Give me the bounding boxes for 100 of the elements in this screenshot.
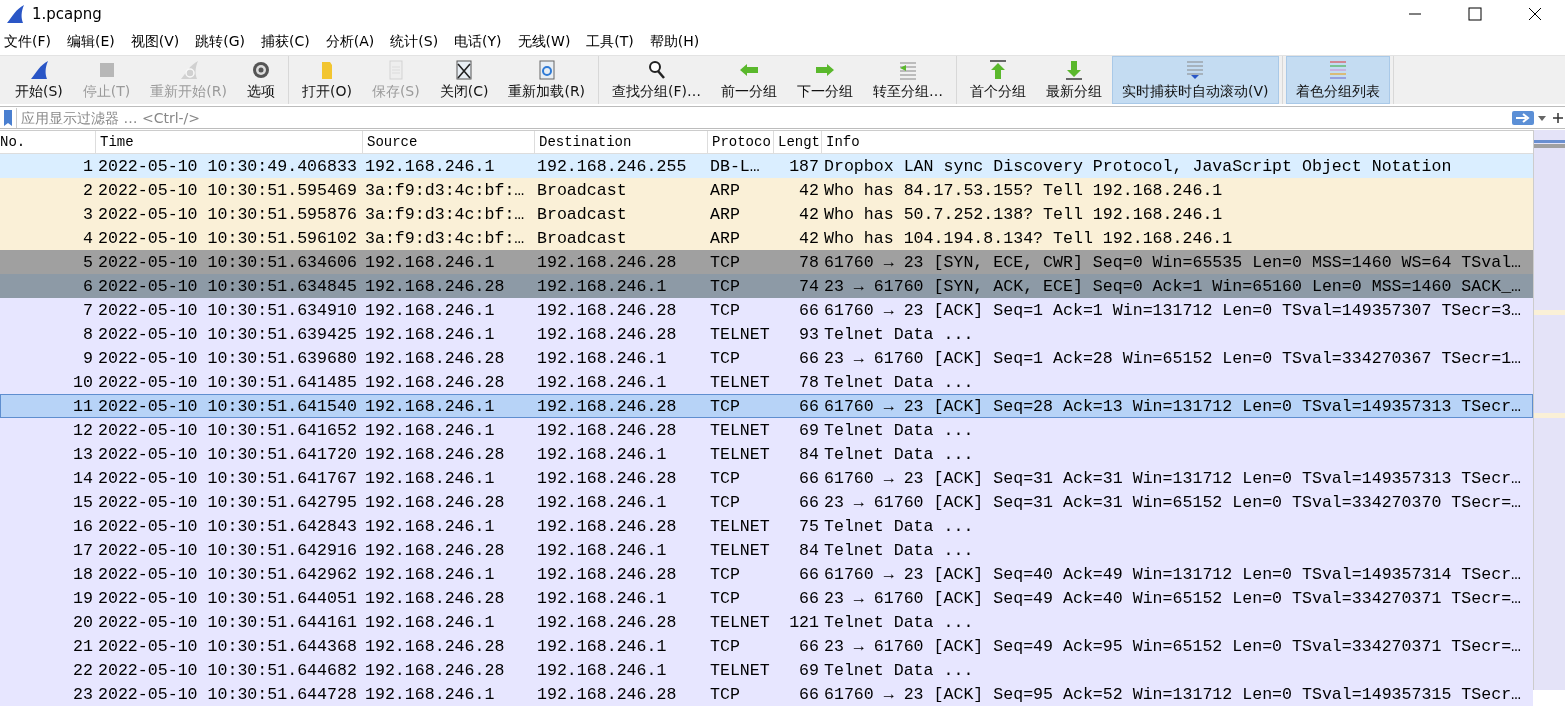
table-cell-text: 192.168.246.28 (364, 588, 506, 608)
packet-row[interactable]: 14 2022-05-10 10:30:51.641767 192.168.246.1 192.168.246.28 TCP 66 61760 → 23 [ACK] Seq=31 Ack=31 Win=131712 Len=0 TSval=149357313 TSecr… (0, 466, 1533, 490)
plus-icon[interactable] (1553, 112, 1563, 123)
table-cell-text: 66 (798, 588, 820, 608)
table-cell-text: Broadcast (536, 180, 628, 200)
packet-row[interactable]: 18 2022-05-10 10:30:51.642962 192.168.246.1 192.168.246.28 TCP 66 61760 → 23 [ACK] Seq=40 Ack=49 Win=131712 Len=0 TSval=149357314 TSecr… (0, 562, 1533, 586)
menu-item[interactable]: 分析(A) (325, 32, 375, 51)
table-cell-text: 192.168.246.1 (364, 420, 496, 440)
packet-row[interactable]: 8 2022-05-10 10:30:51.639425 192.168.246.1 192.168.246.28 TELNET 93 Telnet Data ... (0, 322, 1533, 346)
column-header[interactable]: Destination (534, 131, 707, 153)
table-cell-text: 75 (798, 516, 820, 536)
packet-row[interactable]: 3 2022-05-10 10:30:51.595876 3a:f9:d3:4c:bf:… Broadcast ARP 42 Who has 50.7.252.138? Tell 192.168.246.1 (0, 202, 1533, 226)
packet-row[interactable]: 17 2022-05-10 10:30:51.642916 192.168.246.28 192.168.246.1 TELNET 84 Telnet Data ... (0, 538, 1533, 562)
menu-item[interactable]: 工具(T) (586, 32, 634, 51)
table-cell-text: TCP (709, 396, 741, 416)
table-cell-text: 61760 → 23 [ACK] Seq=1 Ack=1 Win=131712 Len=0 TSval=149357307 TSecr=3… (823, 300, 1523, 320)
table-cell-text: 192.168.246.1 (364, 684, 496, 704)
table-cell-text: 192.168.246.28 (364, 372, 506, 392)
table-cell-text: Telnet Data ... (823, 540, 975, 560)
packet-row[interactable]: 9 2022-05-10 10:30:51.639680 192.168.246.28 192.168.246.1 TCP 66 23 → 61760 [ACK] Seq=1 Ack=28 Win=65152 Len=0 TSval=334270367 TSecr=1… (0, 346, 1533, 370)
table-cell-text: Telnet Data ... (823, 612, 975, 632)
bookmark-icon[interactable] (3, 108, 13, 127)
table-cell-text: 74 (798, 276, 820, 296)
toolbar-button[interactable]: 首个分组 (960, 56, 1037, 104)
table-cell-text: TCP (709, 348, 741, 368)
packet-row[interactable]: 12 2022-05-10 10:30:51.641652 192.168.246.1 192.168.246.28 TELNET 69 Telnet Data ... (0, 418, 1533, 442)
table-cell-text: 23 → 61760 [SYN, ACK, ECE] Seq=0 Ack=1 Win=65160 Len=0 MSS=1460 SACK_… (823, 276, 1523, 296)
table-cell-text: 192.168.246.1 (536, 540, 668, 560)
table-cell-text: 2022-05-10 10:30:51.642962 (97, 564, 358, 584)
packet-row[interactable]: 10 2022-05-10 10:30:51.641485 192.168.246.28 192.168.246.1 TELNET 78 Telnet Data ... (0, 370, 1533, 394)
table-cell-text: 2022-05-10 10:30:51.641652 (97, 420, 358, 440)
column-header[interactable]: Time (95, 131, 362, 153)
menu-item[interactable]: 跳转(G) (195, 32, 246, 51)
table-cell-text: 192.168.246.1 (536, 636, 668, 656)
packet-row[interactable]: 2 2022-05-10 10:30:51.595469 3a:f9:d3:4c:bf:… Broadcast ARP 42 Who has 84.17.53.155? Tell 192.168.246.1 (0, 178, 1533, 202)
menu-item[interactable]: 电话(Y) (454, 32, 502, 51)
table-cell-text: Who has 84.17.53.155? Tell 192.168.246.1 (823, 180, 1224, 200)
table-cell-text: 192.168.246.1 (364, 324, 496, 344)
packet-row[interactable]: 13 2022-05-10 10:30:51.641720 192.168.246.28 192.168.246.1 TELNET 84 Telnet Data ... (0, 442, 1533, 466)
table-cell-text: 2022-05-10 10:30:51.644682 (97, 660, 358, 680)
toolbar-button[interactable]: 前一分组 (711, 56, 788, 104)
menu-item[interactable]: 编辑(E) (67, 32, 115, 51)
table-cell-text: 187 (788, 156, 820, 176)
table-cell-text: 2022-05-10 10:30:51.644161 (97, 612, 358, 632)
close-icon[interactable] (1527, 6, 1543, 22)
table-cell-text: 66 (798, 300, 820, 320)
packet-row[interactable]: 4 2022-05-10 10:30:51.596102 3a:f9:d3:4c:bf:… Broadcast ARP 42 Who has 104.194.8.134? Tell 192.168.246.1 (0, 226, 1533, 250)
menu-item[interactable]: 无线(W) (517, 32, 571, 51)
table-cell-text: 66 (798, 564, 820, 584)
table-cell-text: 66 (798, 468, 820, 488)
menu-item[interactable]: 捕获(C) (261, 32, 310, 51)
table-cell-text: TELNET (709, 444, 771, 464)
packet-row[interactable]: 1 2022-05-10 10:30:49.406833 192.168.246.1 192.168.246.255 DB-L… 187 Dropbox LAN sync Discovery Protocol, JavaScript Object Notation (0, 154, 1533, 178)
toolbar-button[interactable]: 打开(O) (291, 56, 362, 104)
table-cell-text: TCP (709, 684, 741, 704)
table-cell-text: 21 (72, 636, 94, 656)
column-header[interactable]: Protoco (707, 131, 773, 153)
maximize-icon[interactable] (1467, 6, 1483, 22)
packet-row[interactable]: 23 2022-05-10 10:30:51.644728 192.168.246.1 192.168.246.28 TCP 66 61760 → 23 [ACK] Seq=95 Ack=52 Win=131712 Len=0 TSval=149357315 TSecr… (0, 682, 1533, 706)
menu-item[interactable]: 统计(S) (390, 32, 439, 51)
packet-row[interactable]: 7 2022-05-10 10:30:51.634910 192.168.246.1 192.168.246.28 TCP 66 61760 → 23 [ACK] Seq=1 Ack=1 Win=131712 Len=0 TSval=149357307 TSecr=3… (0, 298, 1533, 322)
packet-row[interactable]: 5 2022-05-10 10:30:51.634606 192.168.246.1 192.168.246.28 TCP 78 61760 → 23 [SYN, ECE, CWR] Seq=0 Win=65535 Len=0 MSS=1460 WS=64 TSval… (0, 250, 1533, 274)
toolbar-button[interactable]: 最新分组 (1036, 56, 1113, 104)
table-cell-text: 192.168.246.28 (536, 396, 678, 416)
toolbar-button[interactable]: 选项 (236, 56, 285, 104)
column-header[interactable]: No. (0, 131, 95, 153)
packet-row[interactable]: 20 2022-05-10 10:30:51.644161 192.168.246.1 192.168.246.28 TELNET 121 Telnet Data ... (0, 610, 1533, 634)
column-header[interactable]: Source (362, 131, 534, 153)
table-cell-text: Dropbox LAN sync Discovery Protocol, JavaScript Object Notation (823, 156, 1453, 176)
table-cell-text: 16 (72, 516, 94, 536)
table-cell-text: 192.168.246.1 (536, 348, 668, 368)
table-cell-text: 18 (72, 564, 94, 584)
table-cell-text: 66 (798, 396, 820, 416)
table-cell-text: 192.168.246.28 (364, 348, 506, 368)
table-cell-text: Broadcast (536, 228, 628, 248)
toolbar-button[interactable]: 着色分组列表 (1285, 56, 1390, 104)
table-cell-text: 61760 → 23 [ACK] Seq=95 Ack=52 Win=131712 Len=0 TSval=149357315 TSecr… (823, 684, 1523, 704)
toolbar-button[interactable]: 转至分组… (863, 56, 954, 104)
toolbar-button[interactable]: 实时捕获时自动滚动(V) (1112, 56, 1279, 104)
toolbar-button[interactable]: 关闭(C) (429, 56, 499, 104)
packet-row[interactable]: 6 2022-05-10 10:30:51.634845 192.168.246.28 192.168.246.1 TCP 74 23 → 61760 [SYN, ACK, ECE] Seq=0 Ack=1 Win=65160 Len=0 MSS=1460 SACK_… (0, 274, 1533, 298)
menu-item[interactable]: 视图(V) (130, 32, 180, 51)
table-cell-text: 192.168.246.28 (364, 492, 506, 512)
packet-row[interactable]: 11 2022-05-10 10:30:51.641540 192.168.246.1 192.168.246.28 TCP 66 61760 → 23 [ACK] Seq=28 Ack=13 Win=131712 Len=0 TSval=149357313 TSecr… (0, 394, 1533, 418)
packet-row[interactable]: 21 2022-05-10 10:30:51.644368 192.168.246.28 192.168.246.1 TCP 66 23 → 61760 [ACK] Seq=49 Ack=95 Win=65152 Len=0 TSval=334270371 TSecr=… (0, 634, 1533, 658)
packet-row[interactable]: 22 2022-05-10 10:30:51.644682 192.168.246.28 192.168.246.1 TELNET 69 Telnet Data ... (0, 658, 1533, 682)
toolbar-button[interactable]: 开始(S) (5, 56, 73, 104)
menu-item[interactable]: 帮助(H) (649, 32, 700, 51)
table-cell-text: 69 (798, 420, 820, 440)
column-header[interactable]: Lengt (773, 131, 821, 153)
table-cell-text: 192.168.246.28 (364, 444, 506, 464)
menu-item[interactable]: 文件(F) (4, 32, 51, 51)
packet-row[interactable]: 19 2022-05-10 10:30:51.644051 192.168.246.28 192.168.246.1 TCP 66 23 → 61760 [ACK] Seq=49 Ack=40 Win=65152 Len=0 TSval=334270371 TSecr=… (0, 586, 1533, 610)
toolbar-button[interactable]: 查找分组(F)… (602, 56, 712, 104)
packet-row[interactable]: 16 2022-05-10 10:30:51.642843 192.168.246.1 192.168.246.28 TELNET 75 Telnet Data ... (0, 514, 1533, 538)
table-cell-text: 3a:f9:d3:4c:bf:… (364, 228, 526, 248)
packet-row[interactable]: 15 2022-05-10 10:30:51.642795 192.168.246.28 192.168.246.1 TCP 66 23 → 61760 [ACK] Seq=31 Ack=31 Win=65152 Len=0 TSval=334270370 TSecr=… (0, 490, 1533, 514)
table-cell-text: 84 (798, 540, 820, 560)
toolbar-button[interactable]: 下一分组 (787, 56, 864, 104)
toolbar-button[interactable]: 重新加载(R) (498, 56, 596, 104)
